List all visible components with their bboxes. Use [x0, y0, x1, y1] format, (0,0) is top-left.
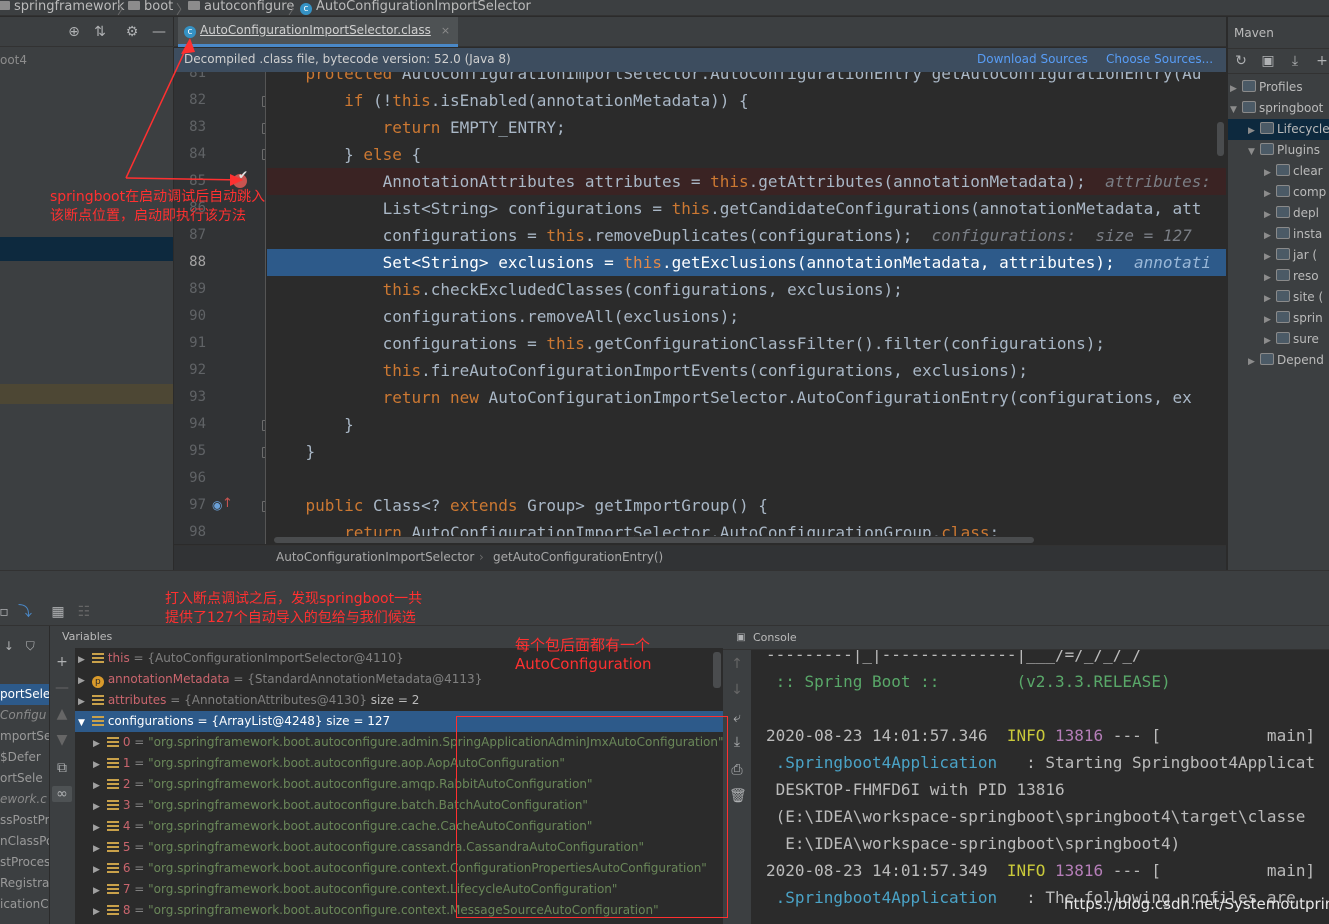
annotation-arrow-line: [125, 177, 243, 181]
annotation-arrowhead: [230, 174, 243, 186]
annotation-arrow-line: [125, 39, 191, 179]
annotation-127-note: 打入断点调试之后，发现springboot一共 提供了127个自动导入的包给与我…: [165, 591, 423, 626]
annotation-arrowhead: [181, 38, 195, 54]
annotation-breakpoint-note: springboot在启动调试后自动跳入 该断点位置，启动即执行该方法: [50, 189, 266, 224]
watermark: https://blog.csdn.net/Systemoutprintl: [1064, 895, 1329, 913]
annotation-autoconfig-note: 每个包后面都有一个 AutoConfiguration: [515, 636, 652, 673]
annotation-highlight-box: [456, 716, 728, 918]
